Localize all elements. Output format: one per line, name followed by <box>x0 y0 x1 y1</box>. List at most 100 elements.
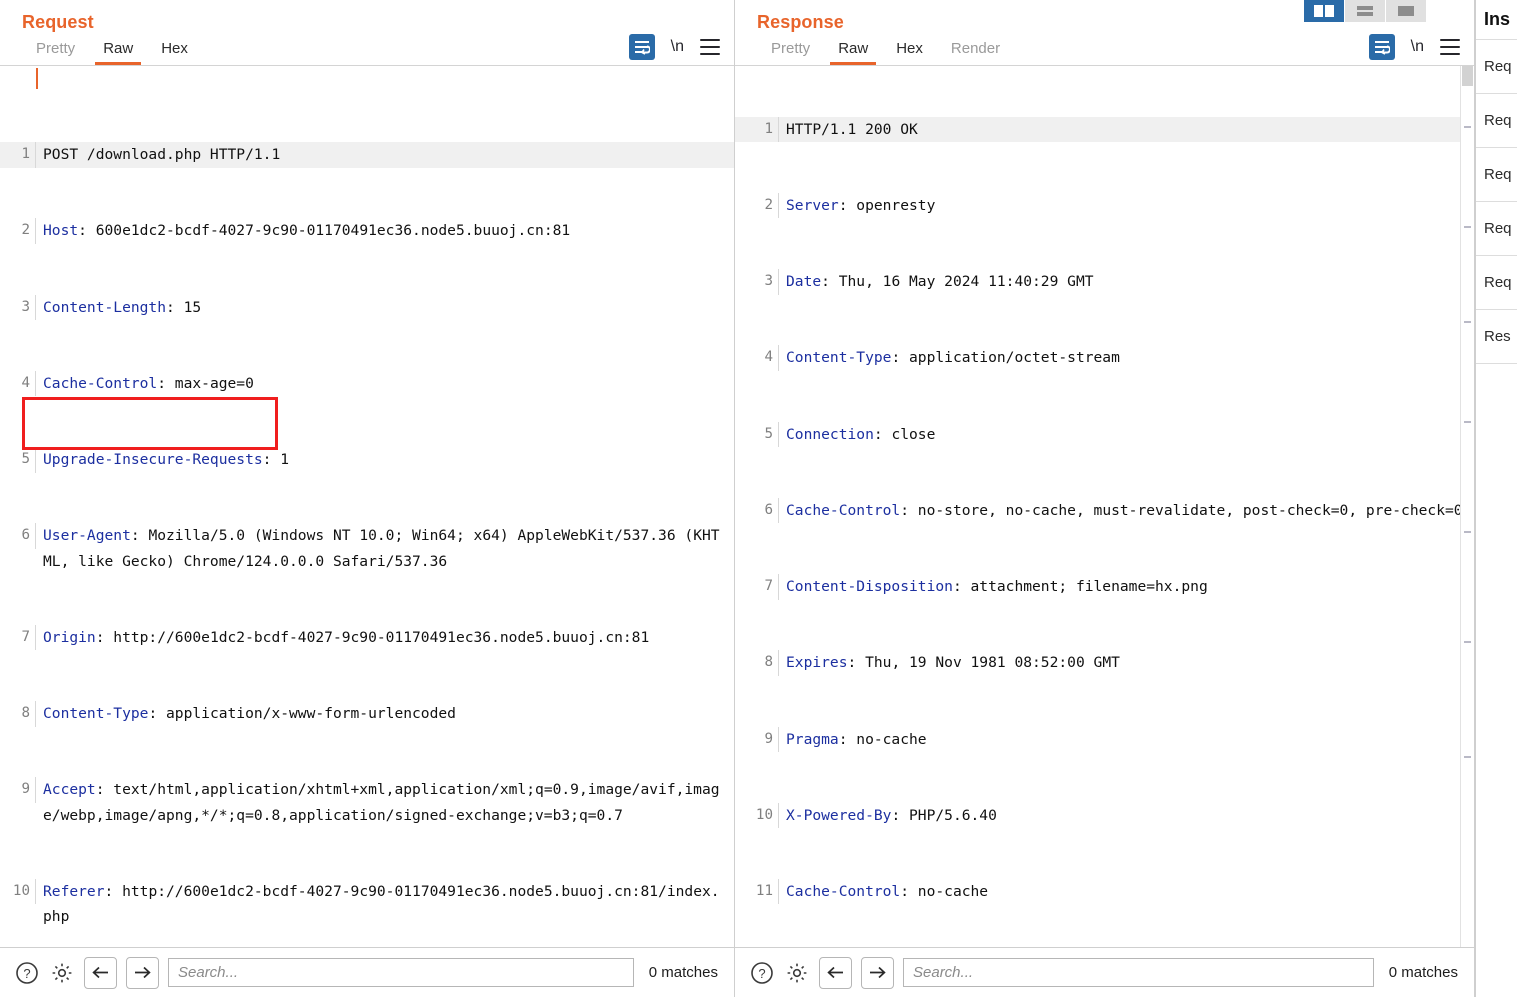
line-number: 6 <box>0 523 36 549</box>
word-wrap-icon[interactable] <box>628 34 655 61</box>
view-mode-side-by-side[interactable] <box>1304 0 1345 22</box>
line-text: Connection: close <box>786 425 936 443</box>
line-number: 11 <box>735 879 779 905</box>
search-next-button[interactable] <box>861 956 894 989</box>
request-tab-tools: \n <box>628 34 720 61</box>
search-prev-button[interactable] <box>819 956 852 989</box>
menu-icon[interactable] <box>1440 39 1460 55</box>
code-line: 6 Cache-Control: no-store, no-cache, mus… <box>735 497 1474 524</box>
line-text: HTTP/1.1 200 OK <box>786 120 918 138</box>
response-vertical-scrollbar[interactable] <box>1460 66 1474 947</box>
request-code: 1 POST /download.php HTTP/1.1 2 Host: 60… <box>0 66 734 947</box>
scrollbar-thumb[interactable] <box>1462 66 1473 86</box>
request-panel: Request Pretty Raw Hex \n 1 POST /downlo… <box>0 0 735 997</box>
inspector-section-request-headers[interactable]: Req <box>1476 255 1517 309</box>
line-text: Content-Disposition: attachment; filenam… <box>786 578 1208 596</box>
code-line: 7 Origin: http://600e1dc2-bcdf-4027-9c90… <box>0 624 734 651</box>
code-line: 5 Connection: close <box>735 421 1474 448</box>
gear-icon[interactable] <box>784 960 810 986</box>
line-number: 7 <box>735 574 779 600</box>
code-line: 9 Pragma: no-cache <box>735 726 1474 752</box>
tab-response-render[interactable]: Render <box>937 40 1014 65</box>
request-search-input[interactable] <box>168 958 634 987</box>
inspector-section-request-cookies[interactable]: Req <box>1476 201 1517 255</box>
inspector-section-request-attributes[interactable]: Req <box>1476 39 1517 93</box>
scroll-marker <box>1464 226 1471 228</box>
line-text: Pragma: no-cache <box>786 730 927 748</box>
inspector-section-response-headers[interactable]: Res <box>1476 309 1517 363</box>
line-text: Expires: Thu, 19 Nov 1981 08:52:00 GMT <box>786 654 1120 672</box>
svg-text:?: ? <box>758 966 765 981</box>
tab-response-hex[interactable]: Hex <box>882 40 937 65</box>
line-number: 6 <box>735 497 779 524</box>
code-line: 1 POST /download.php HTTP/1.1 <box>0 142 734 168</box>
scroll-marker <box>1464 531 1471 533</box>
help-icon[interactable]: ? <box>749 960 775 986</box>
request-search-bar: ? 0 matches <box>0 947 734 997</box>
line-number: 4 <box>0 370 36 397</box>
line-number: 1 <box>735 116 779 143</box>
response-search-input[interactable] <box>903 958 1374 987</box>
burp-message-editor-window: Request Pretty Raw Hex \n 1 POST /downlo… <box>0 0 1518 997</box>
line-text: User-Agent: Mozilla/5.0 (Windows NT 10.0… <box>43 527 720 570</box>
line-text: Cache-Control: no-cache <box>786 883 989 900</box>
scroll-marker <box>1464 421 1471 423</box>
code-line: 3 Content-Length: 15 <box>0 294 734 321</box>
response-code: 1 HTTP/1.1 200 OK 2 Server: openresty 3 … <box>735 66 1474 947</box>
word-wrap-icon[interactable] <box>1368 34 1395 60</box>
code-line: 4 Content-Type: application/octet-stream <box>735 345 1474 371</box>
gear-icon[interactable] <box>49 960 75 986</box>
code-line: 5 Upgrade-Insecure-Requests: 1 <box>0 447 734 473</box>
line-number: 2 <box>0 218 36 244</box>
tab-response-raw[interactable]: Raw <box>824 40 882 65</box>
tab-response-pretty[interactable]: Pretty <box>757 40 824 65</box>
code-line: 7 Content-Disposition: attachment; filen… <box>735 574 1474 600</box>
request-tab-bar: Pretty Raw Hex \n <box>0 34 734 67</box>
response-tab-bar: Pretty Raw Hex Render \n <box>735 34 1474 66</box>
line-number: 5 <box>0 447 36 473</box>
code-line: 9 Accept: text/html,application/xhtml+xm… <box>0 777 734 828</box>
line-text: Host: 600e1dc2-bcdf-4027-9c90-01170491ec… <box>43 222 571 240</box>
line-number: 10 <box>735 802 779 829</box>
search-next-button[interactable] <box>126 956 159 989</box>
code-line: 3 Date: Thu, 16 May 2024 11:40:29 GMT <box>735 269 1474 295</box>
line-text: Upgrade-Insecure-Requests: 1 <box>43 451 290 469</box>
tab-request-pretty[interactable]: Pretty <box>22 40 89 65</box>
line-number: 8 <box>735 650 779 676</box>
response-editor[interactable]: 1 HTTP/1.1 200 OK 2 Server: openresty 3 … <box>735 66 1474 947</box>
line-number: 9 <box>0 777 36 803</box>
scroll-marker <box>1464 641 1471 643</box>
scroll-marker <box>1464 321 1471 323</box>
line-number: 3 <box>735 269 779 295</box>
code-line: 8 Content-Type: application/x-www-form-u… <box>0 701 734 727</box>
text-caret <box>36 68 38 90</box>
line-text: Cache-Control: no-store, no-cache, must-… <box>786 501 1463 519</box>
view-mode-single-pane[interactable] <box>1386 0 1426 22</box>
search-prev-button[interactable] <box>84 956 117 989</box>
line-text: Referer: http://600e1dc2-bcdf-4027-9c90-… <box>43 883 720 926</box>
code-line: 10 X-Powered-By: PHP/5.6.40 <box>735 802 1474 829</box>
line-number: 7 <box>0 624 36 651</box>
line-text: POST /download.php HTTP/1.1 <box>43 146 281 164</box>
inspector-section-request-query-params[interactable]: Req <box>1476 93 1517 147</box>
line-number: 5 <box>735 421 779 448</box>
tab-request-raw[interactable]: Raw <box>89 40 147 66</box>
line-text: X-Powered-By: PHP/5.6.40 <box>786 806 997 824</box>
line-text: Content-Length: 15 <box>43 298 202 316</box>
response-match-count: 0 matches <box>1388 964 1458 981</box>
newline-toggle[interactable]: \n <box>669 38 686 56</box>
line-number: 10 <box>0 879 36 905</box>
response-search-bar: ? 0 matches <box>735 947 1474 997</box>
newline-toggle[interactable]: \n <box>1409 38 1426 56</box>
help-icon[interactable]: ? <box>14 960 40 986</box>
response-panel: Response Pretty Raw Hex Render \n 1 HTTP… <box>735 0 1475 997</box>
line-text: Origin: http://600e1dc2-bcdf-4027-9c90-0… <box>43 628 650 646</box>
menu-icon[interactable] <box>700 39 720 56</box>
request-editor[interactable]: 1 POST /download.php HTTP/1.1 2 Host: 60… <box>0 66 734 947</box>
tab-request-hex[interactable]: Hex <box>147 40 202 65</box>
line-number: 4 <box>735 345 779 371</box>
code-line: 6 User-Agent: Mozilla/5.0 (Windows NT 10… <box>0 523 734 574</box>
view-mode-top-bottom[interactable] <box>1345 0 1386 22</box>
inspector-section-request-body-params[interactable]: Req <box>1476 147 1517 201</box>
inspector-divider <box>1476 363 1517 374</box>
